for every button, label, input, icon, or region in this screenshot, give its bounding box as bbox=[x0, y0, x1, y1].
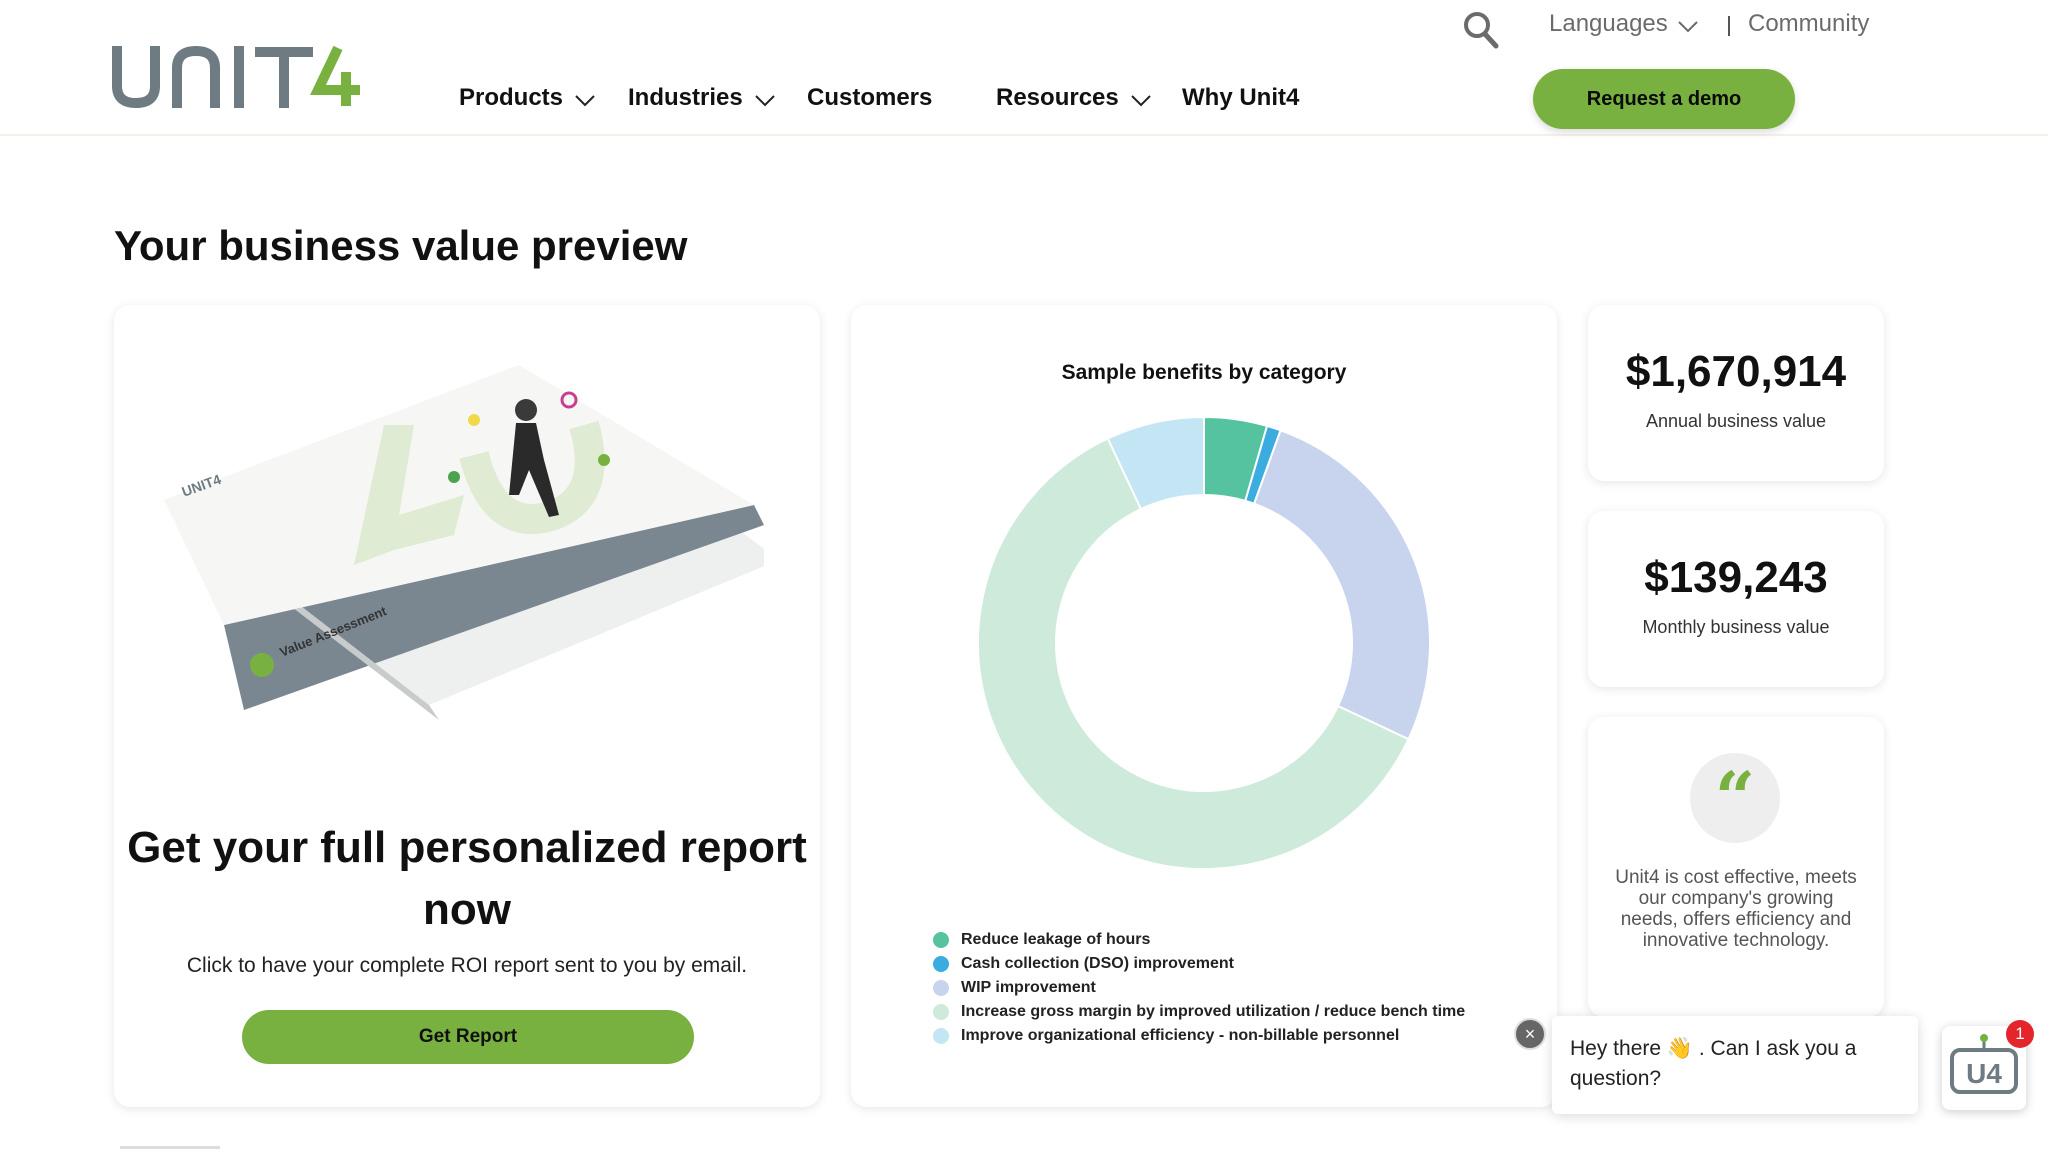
languages-menu[interactable]: Languages bbox=[1549, 10, 1698, 38]
report-description: Click to have your complete ROI report s… bbox=[186, 954, 748, 977]
nav-customers-label: Customers bbox=[807, 84, 933, 111]
legend-swatch bbox=[933, 980, 949, 996]
page-title: Your business value preview bbox=[114, 222, 688, 269]
chevron-down-icon bbox=[575, 95, 595, 107]
legend-label: Cash collection (DSO) improvement bbox=[961, 955, 1234, 972]
monthly-value: $139,243 bbox=[1644, 553, 1828, 602]
nav-item-industries[interactable]: Industries bbox=[628, 84, 775, 112]
get-report-button[interactable]: Get Report bbox=[242, 1010, 694, 1064]
monthly-value-label: Monthly business value bbox=[1642, 617, 1830, 637]
annual-value: $1,670,914 bbox=[1625, 347, 1847, 396]
chat-bubble[interactable]: Hey there 👋 . Can I ask you a question? bbox=[1552, 1016, 1918, 1114]
legend-item[interactable]: Reduce leakage of hours bbox=[933, 928, 1465, 952]
donut-chart bbox=[977, 415, 1431, 870]
chat-close-button[interactable]: × bbox=[1514, 1018, 1546, 1050]
chat-message: Hey there 👋 . Can I ask you a question? bbox=[1570, 1037, 1857, 1090]
legend-swatch bbox=[933, 956, 949, 972]
chevron-down-icon bbox=[754, 95, 775, 107]
nav-why-unit4-label: Why Unit4 bbox=[1182, 84, 1300, 111]
legend-label: Reduce leakage of hours bbox=[961, 931, 1151, 948]
legend-swatch bbox=[933, 932, 949, 948]
legend-swatch bbox=[933, 1004, 949, 1020]
nav-resources-label: Resources bbox=[996, 84, 1119, 111]
search-icon[interactable] bbox=[1462, 10, 1500, 50]
legend-item[interactable]: Increase gross margin by improved utiliz… bbox=[933, 1000, 1465, 1024]
report-booklet-image: UNIT4 Value Assessment bbox=[164, 365, 764, 720]
donut-slice-2[interactable] bbox=[1252, 429, 1431, 741]
quote-icon: “ bbox=[1690, 753, 1780, 843]
nav-item-products[interactable]: Products bbox=[459, 84, 595, 112]
legend-item[interactable]: Cash collection (DSO) improvement bbox=[933, 952, 1465, 976]
chat-notification-badge: 1 bbox=[2006, 1020, 2034, 1048]
legend-swatch bbox=[933, 1028, 949, 1044]
chart-card: Sample benefits by category Reduce leaka… bbox=[851, 305, 1557, 1107]
community-link[interactable]: Community bbox=[1748, 10, 1869, 38]
nav-products-label: Products bbox=[459, 84, 564, 111]
annual-value-card: $1,670,914 Annual business value bbox=[1588, 305, 1884, 481]
annual-value-label: Annual business value bbox=[1645, 411, 1827, 431]
unit4-logo[interactable] bbox=[112, 46, 362, 108]
chat-launcher-text: U4 bbox=[1966, 1058, 2002, 1089]
chevron-down-icon bbox=[1131, 95, 1151, 107]
chart-legend: Reduce leakage of hours Cash collection … bbox=[933, 928, 1465, 1048]
chevron-down-icon bbox=[1678, 21, 1698, 33]
testimonial-text: Unit4 is cost effective, meets our compa… bbox=[1615, 867, 1857, 951]
legend-label: WIP improvement bbox=[961, 979, 1096, 996]
nav-industries-label: Industries bbox=[628, 84, 743, 111]
nav-item-customers[interactable]: Customers bbox=[807, 84, 932, 112]
site-header: Languages Community Products Industries … bbox=[0, 0, 2048, 136]
report-heading: Get your full personalized report now bbox=[127, 823, 807, 934]
header-divider bbox=[1728, 16, 1730, 36]
languages-label: Languages bbox=[1549, 10, 1668, 37]
nav-item-resources[interactable]: Resources bbox=[996, 84, 1151, 112]
legend-label: Increase gross margin by improved utiliz… bbox=[961, 1003, 1466, 1020]
legend-item[interactable]: Improve organizational efficiency - non-… bbox=[933, 1024, 1465, 1048]
nav-item-why-unit4[interactable]: Why Unit4 bbox=[1182, 84, 1299, 112]
testimonial-card: “ Unit4 is cost effective, meets our com… bbox=[1588, 717, 1884, 1017]
report-card: UNIT4 Value Assessment Get your full per… bbox=[114, 305, 820, 1107]
legend-label: Improve organizational efficiency - non-… bbox=[961, 1027, 1400, 1044]
request-demo-button[interactable]: Request a demo bbox=[1533, 69, 1795, 129]
chart-title: Sample benefits by category bbox=[1061, 361, 1347, 384]
legend-item[interactable]: WIP improvement bbox=[933, 976, 1465, 1000]
monthly-value-card: $139,243 Monthly business value bbox=[1588, 511, 1884, 687]
